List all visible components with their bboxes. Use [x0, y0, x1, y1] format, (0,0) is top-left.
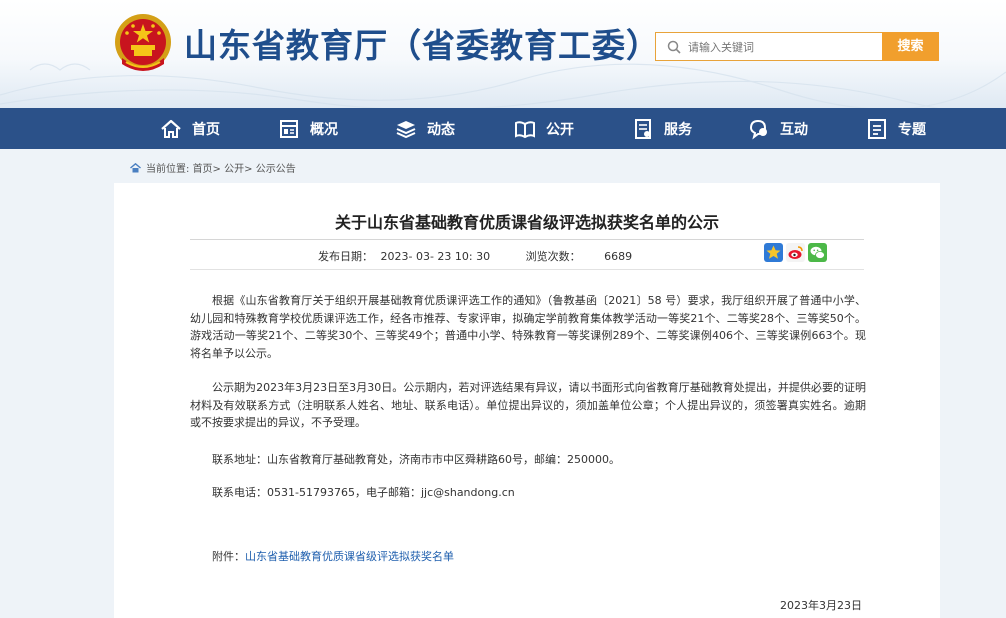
wechat-icon[interactable]	[808, 243, 827, 262]
nav-item-home[interactable]: 首页	[160, 108, 220, 149]
nav-item-overview[interactable]: 概况	[278, 108, 338, 149]
service-doc-icon	[635, 118, 651, 139]
search-button[interactable]: 搜索	[882, 32, 939, 61]
nav-item-service[interactable]: 服务	[632, 108, 692, 149]
home-icon	[161, 119, 181, 138]
breadcrumb-link-home[interactable]: 首页>	[193, 160, 221, 175]
breadcrumb: 当前位置: 首页> 公开> 公示公告	[130, 160, 296, 175]
article-title: 关于山东省基础教育优质课省级评选拟获奖名单的公示	[334, 213, 719, 232]
breadcrumb-link-open[interactable]: 公开>	[224, 160, 252, 175]
nav-label: 公开	[546, 121, 574, 138]
nav-label: 首页	[192, 121, 220, 138]
overview-icon	[280, 119, 298, 138]
sign-date: 2023年3月23日	[780, 599, 862, 612]
article-panel: 关于山东省基础教育优质课省级评选拟获奖名单的公示 发布日期： 2023- 03-…	[114, 183, 940, 618]
search-icon	[667, 40, 681, 54]
title-divider	[190, 239, 864, 240]
article-paragraph-2: 公示期为2023年3月23日至3月30日。公示期内，若对评选结果有异议，请以书面…	[190, 381, 866, 429]
main-nav: 首页 概况 动态 公开 服务 互动 专题	[0, 108, 1006, 149]
meta-divider	[190, 269, 864, 270]
nav-label: 服务	[664, 121, 692, 138]
nav-item-interact[interactable]: 互动	[748, 108, 808, 149]
home-small-icon	[130, 162, 141, 172]
views-count: 6689	[604, 250, 633, 263]
article-meta: 发布日期： 2023- 03- 23 10: 30 浏览次数： 6689	[318, 248, 632, 264]
nav-item-news[interactable]: 动态	[395, 108, 455, 149]
attachment: 附件：山东省基础教育优质课省级评选拟获奖名单	[212, 548, 454, 564]
qzone-star-icon[interactable]	[764, 243, 783, 262]
topic-doc-icon	[868, 118, 886, 139]
nav-label: 动态	[427, 121, 455, 138]
attachment-label: 附件：	[212, 550, 245, 563]
nav-item-open[interactable]: 公开	[514, 108, 574, 149]
nav-label: 概况	[310, 121, 338, 138]
publish-label: 发布日期：	[318, 250, 373, 263]
publish-date: 2023- 03- 23 10: 30	[380, 250, 491, 263]
contact-phone-email: 联系电话：0531-51793765，电子邮箱：jjc@shandong.cn	[212, 486, 515, 499]
breadcrumb-prefix: 当前位置:	[146, 164, 190, 175]
share-bar	[764, 243, 827, 262]
attachment-link[interactable]: 山东省基础教育优质课省级评选拟获奖名单	[245, 550, 454, 563]
national-emblem-logo	[115, 14, 171, 71]
article-paragraph-1: 根据《山东省教育厅关于组织开展基础教育优质课评选工作的通知》（鲁教基函〔2021…	[190, 294, 866, 360]
search-box	[655, 32, 883, 61]
site-title: 山东省教育厅（省委教育工委）	[184, 26, 660, 65]
open-book-icon	[515, 120, 535, 138]
chat-icon	[749, 119, 767, 139]
nav-label: 互动	[780, 121, 808, 138]
nav-item-topics[interactable]: 专题	[866, 108, 926, 149]
breadcrumb-link-notices[interactable]: 公示公告	[256, 160, 296, 175]
views-label: 浏览次数：	[525, 250, 581, 263]
nav-label: 专题	[898, 121, 926, 138]
weibo-icon[interactable]	[786, 243, 805, 262]
search-input[interactable]	[688, 37, 874, 57]
site-header: 山东省教育厅（省委教育工委） 搜索	[0, 0, 1006, 108]
news-stack-icon	[396, 120, 416, 138]
contact-address: 联系地址：山东省教育厅基础教育处，济南市市中区舜耕路60号，邮编：250000。	[212, 453, 620, 466]
